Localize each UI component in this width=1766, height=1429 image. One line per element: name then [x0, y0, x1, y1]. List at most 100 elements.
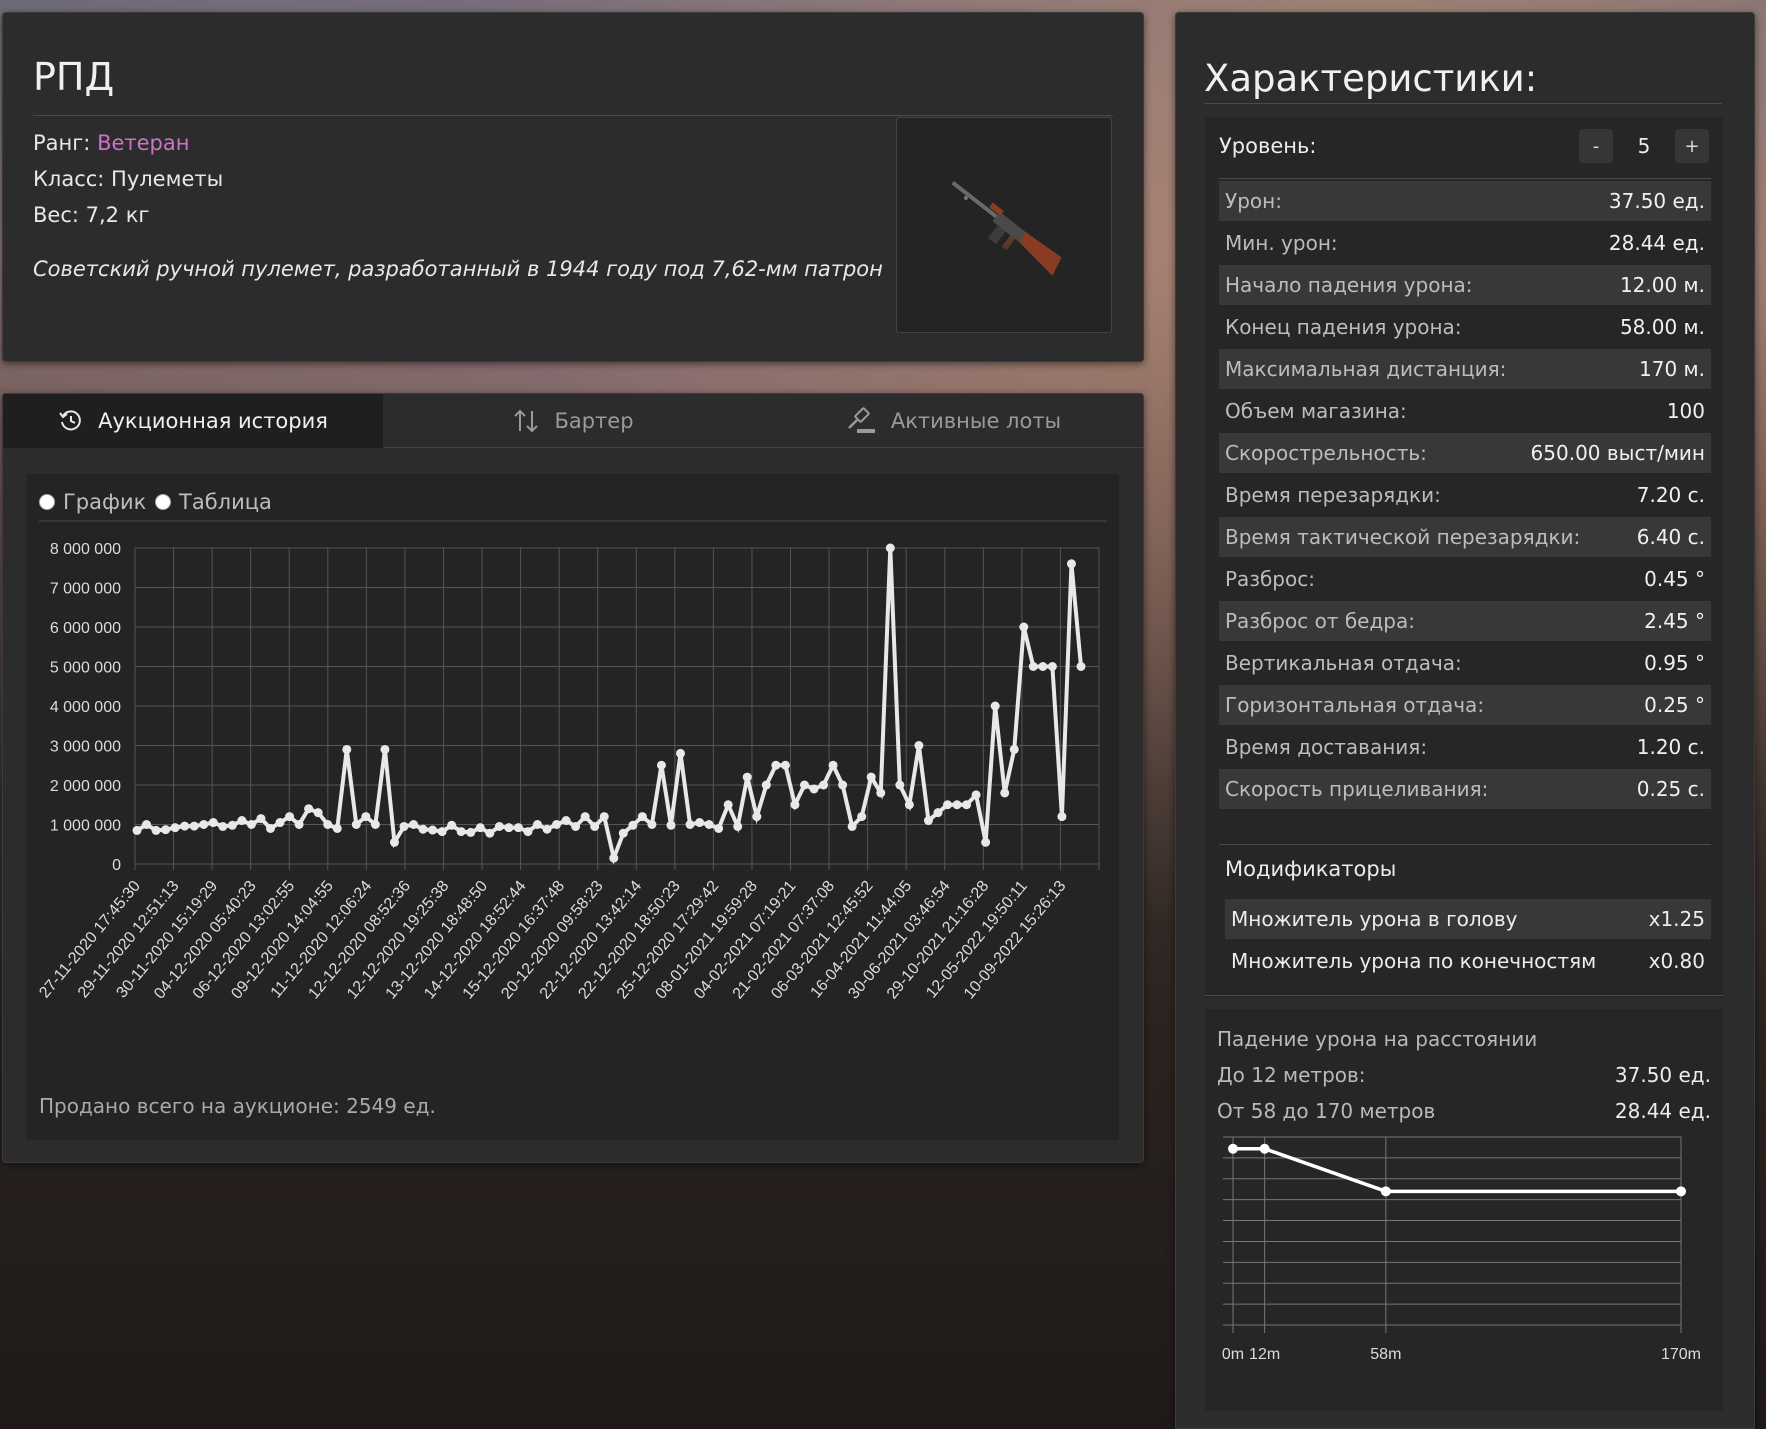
price-point — [332, 823, 342, 833]
price-point — [409, 820, 419, 829]
y-tick-label: 5 000 000 — [50, 660, 121, 677]
price-point — [1009, 744, 1019, 754]
price-point — [771, 760, 781, 770]
tab-label: Активные лоты — [890, 409, 1062, 433]
falloff-x-label: 12m — [1249, 1346, 1280, 1363]
price-point — [1038, 662, 1048, 671]
level-decrease-button[interactable]: - — [1579, 129, 1613, 163]
stat-value: 170 м. — [1639, 357, 1705, 381]
y-tick-label: 4 000 000 — [50, 699, 121, 716]
stat-label: Максимальная дистанция: — [1225, 357, 1507, 381]
y-tick-label: 1 000 000 — [50, 818, 121, 835]
price-point — [809, 784, 819, 794]
tab-auction-history[interactable]: Аукционная история — [3, 394, 383, 448]
stat-value: 7.20 с. — [1636, 483, 1705, 507]
modifier-value: x1.25 — [1648, 907, 1705, 931]
price-point — [876, 788, 886, 798]
price-point — [351, 820, 361, 829]
stat-row: Объем магазина: 100 — [1219, 391, 1711, 431]
y-tick-label: 6 000 000 — [50, 620, 121, 637]
price-point — [580, 812, 590, 822]
price-point — [685, 820, 695, 829]
price-point — [790, 800, 800, 810]
stat-value: 0.25 с. — [1636, 777, 1705, 801]
y-tick-label: 2 000 000 — [50, 778, 121, 795]
price-point — [418, 824, 428, 834]
price-point — [256, 814, 266, 824]
stat-row: Начало падения урона: 12.00 м. — [1219, 265, 1711, 305]
price-point — [733, 821, 743, 831]
tab-barter[interactable]: Бартер — [383, 394, 763, 448]
modifiers-title: Модификаторы — [1225, 857, 1397, 881]
price-point — [838, 780, 848, 790]
auction-history-view: График Таблица 8 000 000 7 000 000 6 000 0… — [27, 474, 1119, 1140]
tab-label: Бартер — [554, 409, 634, 433]
price-point — [933, 808, 943, 818]
stat-row: Конец падения урона: 58.00 м. — [1219, 307, 1711, 347]
price-point — [552, 820, 562, 829]
stat-label: Конец падения урона: — [1225, 315, 1462, 339]
modifier-row: Множитель урона в голову x1.25 — [1225, 899, 1711, 939]
price-point — [780, 760, 790, 770]
stat-value: 28.44 ед. — [1608, 231, 1705, 255]
price-point — [294, 820, 304, 829]
price-point — [1028, 662, 1038, 671]
weapon-image — [896, 117, 1112, 333]
stat-value: 0.25 ° — [1644, 693, 1705, 717]
falloff-x-label: 170m — [1661, 1346, 1701, 1363]
level-row: Уровень: - 5 + — [1219, 117, 1709, 175]
price-point — [437, 827, 447, 837]
price-point — [285, 812, 295, 822]
falloff-divider — [1205, 995, 1723, 996]
price-point — [1047, 662, 1057, 671]
price-point — [914, 741, 924, 750]
stat-row: Время перезарядки: 7.20 с. — [1219, 475, 1711, 515]
tab-active-lots[interactable]: Активные лоты — [763, 394, 1143, 448]
price-point — [532, 820, 542, 829]
stat-row: Разброс от бедра: 2.45 ° — [1219, 601, 1711, 641]
price-point — [494, 821, 504, 831]
damage-falloff-chart: 0m 12m 58m 170m — [1222, 1136, 1701, 1363]
price-point — [695, 818, 705, 828]
price-point — [866, 772, 876, 782]
stat-row: Время тактической перезарядки: 6.40 с. — [1219, 517, 1711, 557]
price-point — [561, 816, 571, 826]
stat-label: Вертикальная отдача: — [1225, 651, 1462, 675]
price-point — [313, 808, 323, 818]
price-point — [647, 820, 657, 829]
price-point — [542, 824, 552, 834]
stat-value: 650.00 выст/мин — [1530, 441, 1705, 465]
item-rank: Ранг: Ветеран — [33, 131, 189, 155]
price-point — [370, 820, 380, 829]
falloff-point — [1676, 1186, 1686, 1197]
price-point — [304, 804, 314, 814]
stat-row: Время доставания: 1.20 с. — [1219, 727, 1711, 767]
stat-row: Урон: 37.50 ед. — [1219, 181, 1711, 221]
stat-label: Время перезарядки: — [1225, 483, 1441, 507]
stat-value: 6.40 с. — [1636, 525, 1705, 549]
stat-label: Горизонтальная отдача: — [1225, 693, 1485, 717]
price-point — [895, 780, 905, 790]
modifiers-divider — [1219, 844, 1711, 845]
level-label: Уровень: — [1219, 134, 1317, 158]
price-point — [943, 800, 953, 810]
price-point — [475, 823, 485, 833]
falloff-x-label: 58m — [1370, 1346, 1401, 1363]
price-point — [952, 800, 962, 810]
price-point — [180, 821, 190, 831]
level-increase-button[interactable]: + — [1675, 129, 1709, 163]
price-point — [742, 772, 752, 782]
stat-label: Разброс от бедра: — [1225, 609, 1415, 633]
price-point — [323, 820, 333, 829]
price-point — [1057, 812, 1067, 822]
price-point — [819, 780, 829, 790]
stat-label: Объем магазина: — [1225, 399, 1407, 423]
price-point — [151, 825, 161, 835]
price-point — [466, 827, 476, 837]
stat-label: Скорострельность: — [1225, 441, 1427, 465]
price-point — [1000, 788, 1010, 798]
stat-value: 12.00 м. — [1619, 273, 1705, 297]
price-point — [218, 821, 228, 831]
modifier-value: x0.80 — [1648, 949, 1705, 973]
stat-label: Разброс: — [1225, 567, 1315, 591]
